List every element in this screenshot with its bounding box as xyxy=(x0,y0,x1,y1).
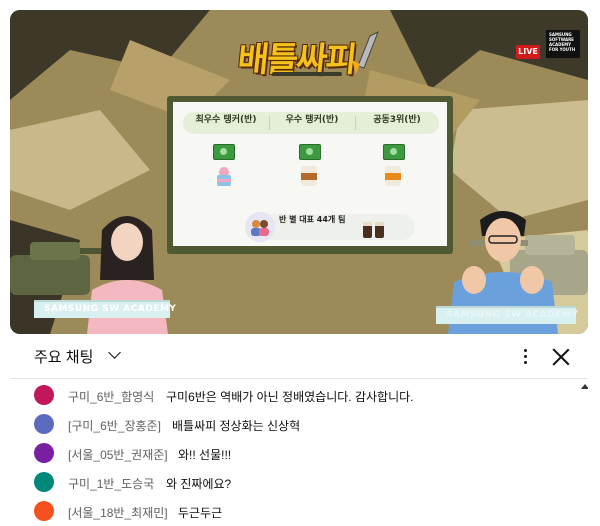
message-author[interactable]: [서울_18반_최재민] xyxy=(68,504,168,521)
category-2-label: 우수 탱커(반) xyxy=(285,115,339,125)
message-text: 와 진짜에요? xyxy=(166,477,232,491)
chat-message-list[interactable]: 구미_6반_함영식 구미6반은 역배가 아닌 정배였습니다. 감사합니다. [구… xyxy=(10,379,588,526)
money-icon xyxy=(299,144,321,160)
team-count-label: 반 별 대표 44개 팀 xyxy=(279,215,346,224)
category-3-label: 공동3위(반) xyxy=(373,115,421,125)
chat-message: 구미_6반_함영식 구미6반은 역배가 아닌 정배였습니다. 감사합니다. xyxy=(10,383,570,407)
avatar[interactable] xyxy=(34,501,54,521)
desk-right-label: SAMSUNG SW ACADEMY xyxy=(446,310,579,320)
drinks-icon xyxy=(363,222,384,238)
message-author[interactable]: 구미_1반_도승국 xyxy=(68,475,154,492)
chat-header: 주요 채팅 xyxy=(10,334,588,379)
avatar[interactable] xyxy=(34,414,54,434)
desk-left-label: SAMSUNG SW ACADEMY xyxy=(44,304,177,314)
message-text: 배틀싸피 정상화는 신상혁 xyxy=(172,419,301,433)
money-icon xyxy=(383,144,405,160)
prize-board: 최우수 탱커(반) 우수 탱커(반) 공동3위(반) 반 별 대표 44개 팀 xyxy=(167,96,453,254)
more-options-icon[interactable] xyxy=(517,346,533,366)
icecream-cake-icon xyxy=(217,167,231,186)
message-author[interactable]: [서울_05반_권재준] xyxy=(68,446,168,463)
message-author[interactable]: [구미_6반_장홍준] xyxy=(68,417,161,434)
chevron-down-icon[interactable] xyxy=(108,346,121,359)
team-count-pill: 반 별 대표 44개 팀 xyxy=(245,212,415,242)
avatar[interactable] xyxy=(34,385,54,405)
chat-message: 구미_1반_도승국 와 진짜에요? xyxy=(10,470,570,494)
message-text: 와!! 선물!!! xyxy=(178,448,232,462)
category-1-label: 최우수 탱커(반) xyxy=(195,115,257,125)
avatar[interactable] xyxy=(34,443,54,463)
prize-category-bar: 최우수 탱커(반) 우수 탱커(반) 공동3위(반) xyxy=(183,112,439,134)
coffee-cup-icon xyxy=(301,166,317,186)
battle-ssafy-logo: 배틀싸피 xyxy=(232,30,382,80)
close-icon[interactable] xyxy=(550,346,572,368)
ssafy-brand-logo: SAMSUNG SOFTWARE ACADEMY FOR YOUTH xyxy=(546,30,580,58)
team-avatars-icon xyxy=(245,212,275,242)
chat-mode-title[interactable]: 주요 채팅 xyxy=(34,346,93,367)
scroll-up-arrow-icon[interactable] xyxy=(581,384,588,389)
video-player[interactable]: 배틀싸피 LIVE SAMSUNG SOFTWARE ACADEMY FOR Y… xyxy=(10,10,588,334)
chat-message: [구미_6반_장홍준] 배틀싸피 정상화는 신상혁 xyxy=(10,412,570,436)
money-icon xyxy=(213,144,235,160)
avatar[interactable] xyxy=(34,472,54,492)
message-author[interactable]: 구미_6반_함영식 xyxy=(68,388,154,405)
message-text: 두근두근 xyxy=(178,506,223,520)
chat-message: [서울_05반_권재준] 와!! 선물!!! xyxy=(10,441,570,465)
message-text: 구미6반은 역배가 아닌 정배였습니다. 감사합니다. xyxy=(166,390,414,404)
prize-board-content: 최우수 탱커(반) 우수 탱커(반) 공동3위(반) 반 별 대표 44개 팀 xyxy=(173,102,447,246)
coffee-cup-icon xyxy=(385,166,401,186)
chat-message: [서울_18반_최재민] 두근두근 xyxy=(10,499,570,523)
live-badge: LIVE xyxy=(516,45,540,59)
